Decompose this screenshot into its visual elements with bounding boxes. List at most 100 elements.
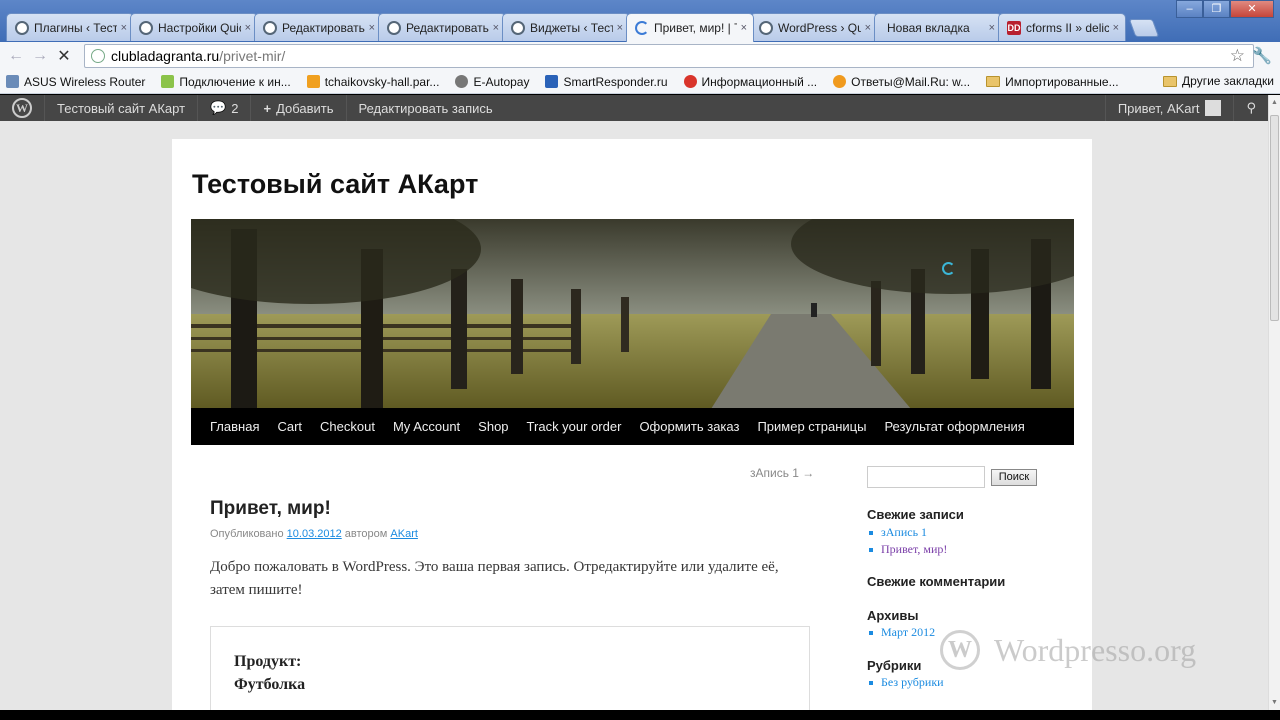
close-tab-icon[interactable]: × [493, 22, 499, 34]
tab-plugins[interactable]: Плагины ‹ Тест × [6, 13, 134, 41]
search-button[interactable]: Поиск [991, 469, 1037, 486]
post-date-link[interactable]: 10.03.2012 [287, 528, 342, 540]
bookmark-tchaikovsky[interactable]: tchaikovsky-hall.par... [306, 74, 440, 89]
wordpress-icon [759, 20, 773, 35]
search-icon[interactable]: ⚲ [1234, 100, 1268, 116]
bookmark-icon [455, 75, 469, 88]
tab-title: cforms II » delic [1026, 20, 1109, 35]
recent-post-link[interactable]: зАпись 1 [867, 524, 947, 541]
categories-title: Рубрики [867, 658, 922, 673]
bookmark-label: Подключение к ин... [179, 74, 291, 89]
busy-cursor-icon [942, 262, 955, 275]
archives-list: Март 2012 [867, 624, 935, 641]
admin-edit-post[interactable]: Редактировать запись [347, 101, 505, 116]
tab-title: Новая вкладка [887, 20, 970, 35]
close-tab-icon[interactable]: × [369, 22, 375, 34]
folder-icon [1163, 75, 1178, 87]
tab-title: Редактировать [406, 20, 489, 35]
bookmark-icon [833, 75, 847, 88]
loading-icon [635, 21, 649, 35]
folder-icon [986, 76, 1001, 87]
recent-comments-title: Свежие комментарии [867, 574, 1006, 589]
back-icon[interactable]: ← [4, 44, 28, 68]
archives-title: Архивы [867, 608, 919, 623]
dd-icon: DD [1007, 20, 1021, 35]
bookmark-eautopay[interactable]: E-Autopay [455, 75, 529, 89]
tab-edit-1[interactable]: Редактировать × [254, 13, 382, 41]
recent-post-link[interactable]: Привет, мир! [867, 541, 947, 558]
tab-widgets[interactable]: Виджеты ‹ Тест × [502, 13, 630, 41]
scroll-down-icon[interactable]: ▼ [1271, 699, 1278, 706]
page-viewport: Тестовый сайт АКарт Главная Cart Checkou… [0, 121, 1268, 710]
admin-site-name[interactable]: Тестовый сайт АКарт [45, 101, 197, 116]
close-tab-icon[interactable]: × [245, 22, 251, 34]
scrollbar[interactable]: ▲ ▼ [1268, 95, 1280, 710]
browser-toolbar: ← → ✕ clubladagranta.ru/privet-mir/ ☆ [0, 42, 1280, 70]
recent-posts-list: зАпись 1 Привет, мир! [867, 524, 947, 558]
bookmark-label: Информационный ... [701, 74, 818, 89]
bookmark-asus[interactable]: ASUS Wireless Router [6, 75, 145, 89]
bookmark-label: Импортированные... [1005, 74, 1119, 89]
bookmark-mailru[interactable]: Ответы@Mail.Ru: w... [833, 75, 970, 89]
tab-strip: Плагины ‹ Тест × Настройки Quic × Редактир… [0, 0, 1280, 42]
close-tab-icon[interactable]: × [1113, 22, 1119, 34]
tab-settings[interactable]: Настройки Quic × [130, 13, 258, 41]
close-tab-icon[interactable]: × [989, 22, 995, 34]
page-info-icon[interactable] [91, 49, 105, 63]
bookmarks-bar: ASUS Wireless Router Подключение к ин...… [0, 70, 1280, 94]
address-bar[interactable]: clubladagranta.ru/privet-mir/ ☆ [84, 44, 1254, 68]
tab-cforms[interactable]: DD cforms II » delic × [998, 13, 1126, 41]
scrollbar-thumb[interactable] [1270, 115, 1279, 321]
bookmark-imported[interactable]: Импортированные... [986, 74, 1119, 89]
bookmark-label: tchaikovsky-hall.par... [324, 74, 440, 89]
restore-icon[interactable]: ❐ [1203, 0, 1230, 18]
stop-icon[interactable]: ✕ [52, 44, 76, 68]
star-icon[interactable]: ☆ [1230, 46, 1245, 66]
close-tab-icon[interactable]: × [741, 22, 747, 34]
wp-admin-bar: W Тестовый сайт АКарт 💬 2 + Добавить Редак… [0, 95, 1268, 121]
next-post-link[interactable]: зАпись 1 → [750, 466, 814, 480]
meta-author-prefix: автором [344, 528, 388, 540]
wrench-icon[interactable]: 🔧 [1252, 46, 1272, 66]
product-box: Продукт: Футболка [210, 626, 810, 710]
bookmark-info[interactable]: Информационный ... [683, 74, 818, 89]
scroll-up-icon[interactable]: ▲ [1271, 99, 1278, 106]
tab-new-tab[interactable]: Новая вкладка × [874, 13, 1002, 41]
wordpress-icon [263, 20, 277, 35]
close-tab-icon[interactable]: × [865, 22, 871, 34]
post-author-link[interactable]: AKart [390, 528, 418, 540]
comment-bubble-icon: 💬 [210, 100, 227, 115]
bookmark-label: E-Autopay [473, 74, 530, 89]
bookmark-label: Ответы@Mail.Ru: w... [851, 74, 971, 89]
product-name: Футболка [234, 676, 306, 693]
admin-comments[interactable]: 💬 2 [198, 100, 250, 116]
url-host: clubladagranta.ru [111, 48, 220, 64]
close-tab-icon[interactable]: × [121, 22, 127, 34]
archive-link[interactable]: Март 2012 [867, 624, 935, 641]
tab-hello-world[interactable]: Привет, мир! | Т × [626, 13, 754, 42]
admin-add-new[interactable]: + Добавить [251, 101, 345, 116]
search-input[interactable] [867, 466, 985, 488]
tab-title: Редактировать [282, 20, 365, 35]
bookmark-smartresponder[interactable]: SmartResponder.ru [545, 75, 668, 89]
admin-my-account[interactable]: Привет, AKart [1106, 100, 1234, 116]
tab-wordpress-plugin[interactable]: WordPress › Qui × [750, 13, 878, 41]
post-title[interactable]: Привет, мир! [210, 498, 331, 520]
watermark-text: Wordpresso.org [994, 631, 1197, 668]
screen-bottom-edge [0, 710, 1280, 720]
bookmark-icon [161, 75, 175, 88]
url-path: /privet-mir/ [219, 48, 286, 64]
bookmark-connection[interactable]: Подключение к ин... [161, 74, 291, 89]
close-window-icon[interactable]: ✕ [1230, 0, 1274, 18]
category-link[interactable]: Без рубрики [867, 674, 944, 691]
minimize-icon[interactable]: – [1176, 0, 1203, 18]
tab-edit-2[interactable]: Редактировать × [378, 13, 506, 41]
bookmark-label: ASUS Wireless Router [24, 74, 146, 89]
new-tab-button[interactable] [1128, 19, 1160, 37]
bookmark-icon [306, 75, 320, 88]
forward-icon[interactable]: → [28, 44, 52, 68]
close-tab-icon[interactable]: × [617, 22, 623, 34]
other-bookmarks[interactable]: Другие закладки [1163, 74, 1274, 88]
wordpress-logo-icon[interactable]: W [12, 98, 32, 118]
greeting: Привет, AKart [1117, 100, 1200, 116]
